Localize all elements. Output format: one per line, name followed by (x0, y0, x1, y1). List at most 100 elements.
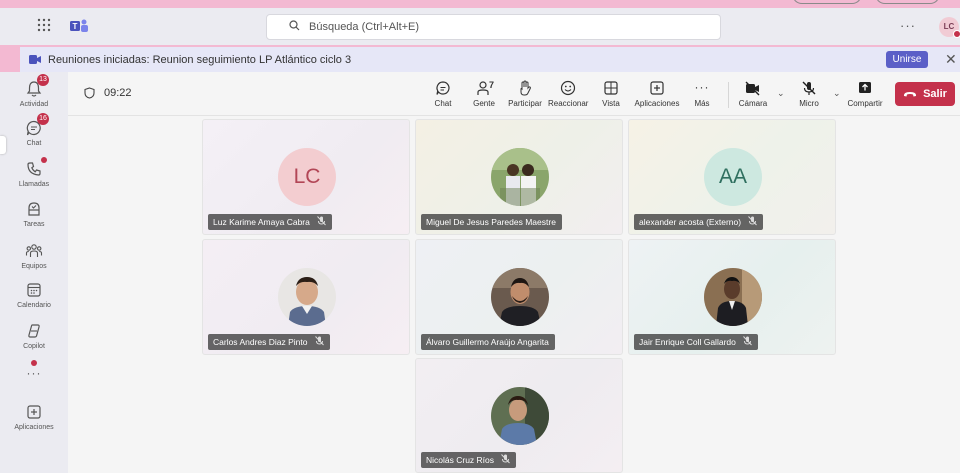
video-camera-icon (29, 55, 41, 64)
search-input[interactable]: Búsqueda (Ctrl+Alt+E) (266, 14, 721, 40)
participant-name-tag: alexander acosta (Externo) (634, 214, 764, 230)
banner-text: Reuniones iniciadas: Reunion seguimiento… (48, 53, 352, 66)
rail-item-label: Copilot (23, 343, 45, 350)
chat-badge: 16 (37, 113, 49, 125)
chevron-down-icon[interactable]: ⌄ (777, 88, 785, 99)
browser-tab-outline (792, 0, 862, 4)
mic-muted-icon (501, 454, 510, 466)
rail-item-copilot[interactable]: Copilot (0, 322, 68, 350)
mic-muted-icon (748, 216, 757, 228)
camera-off-icon (744, 80, 762, 96)
chat-icon (434, 80, 452, 96)
left-app-rail: 13 Actividad 16 Chat Llamadas Tareas Equ… (0, 72, 68, 473)
participant-tile[interactable]: Jair Enrique Coll Gallardo (628, 239, 836, 355)
hand-icon (516, 80, 534, 96)
participant-name-tag: Jair Enrique Coll Gallardo (634, 334, 758, 350)
rail-item-tasks[interactable]: Tareas (0, 200, 68, 228)
add-apps-icon (648, 80, 666, 96)
search-placeholder: Búsqueda (Ctrl+Alt+E) (309, 21, 420, 33)
app-top-bar: T Búsqueda (Ctrl+Alt+E) ··· LC (0, 8, 960, 45)
phone-icon (25, 157, 47, 178)
participant-photo (491, 268, 549, 326)
chat-button[interactable]: Chat (431, 80, 455, 108)
participant-photo (491, 148, 549, 206)
participant-name-tag: Nicolás Cruz Ríos (421, 452, 517, 468)
participant-tile[interactable]: Carlos Andres Diaz Pinto (202, 239, 410, 355)
share-button[interactable]: Compartir (846, 80, 884, 108)
more-options-icon[interactable]: ··· (900, 18, 916, 33)
rail-item-apps[interactable]: Aplicaciones (0, 403, 68, 431)
avatar (491, 148, 549, 206)
participant-photo (704, 268, 762, 326)
more-icon: ··· (694, 80, 710, 94)
hang-up-icon (904, 92, 917, 97)
divider (728, 82, 729, 108)
avatar (704, 268, 762, 326)
camera-button[interactable]: Cámara (738, 80, 768, 108)
rail-item-label: Llamadas (18, 181, 50, 188)
svg-text:T: T (73, 22, 78, 31)
rail-item-chat[interactable]: 16 Chat (0, 113, 68, 147)
meeting-timer: 09:22 (84, 87, 132, 99)
rail-item-label: Calendario (17, 302, 51, 309)
chat-icon: 16 (25, 113, 49, 137)
meeting-control-bar: 09:22 Chat 7 Gente Participar Reaccionar… (68, 72, 960, 116)
participant-photo (491, 387, 549, 445)
add-apps-icon (25, 403, 43, 421)
calendar-icon (25, 281, 43, 299)
rail-item-calls[interactable]: Llamadas (0, 157, 68, 188)
close-icon[interactable]: ✕ (945, 51, 957, 68)
raise-hand-button[interactable]: Participar (508, 80, 542, 108)
avatar: LC (278, 148, 336, 206)
chevron-down-icon[interactable]: ⌄ (833, 88, 841, 99)
rail-item-label: Chat (26, 140, 42, 147)
participant-tile[interactable]: Álvaro Guillermo Araújo Angarita (415, 239, 623, 355)
meeting-stage: 09:22 Chat 7 Gente Participar Reaccionar… (68, 72, 960, 473)
react-button[interactable]: Reaccionar (548, 80, 588, 108)
join-button[interactable]: Unirse (886, 51, 928, 68)
rail-item-teams[interactable]: Equipos (0, 242, 68, 270)
teams-icon (25, 242, 43, 260)
copilot-icon (25, 322, 43, 340)
smiley-icon (559, 80, 577, 96)
avatar (278, 268, 336, 326)
participant-tile[interactable]: LC Luz Karime Amaya Cabra (202, 119, 410, 235)
apps-button[interactable]: Aplicaciones (634, 80, 680, 108)
tasks-icon (25, 200, 43, 218)
participant-name-tag: Álvaro Guillermo Araújo Angarita (421, 334, 555, 350)
participant-tile[interactable]: Nicolás Cruz Ríos (415, 358, 623, 473)
rail-item-label: Equipos (21, 263, 47, 270)
rail-item-label: Actividad (19, 101, 49, 108)
mic-muted-icon (316, 216, 326, 228)
avatar: AA (704, 148, 762, 206)
more-icon: ··· (26, 366, 42, 380)
mic-off-icon (800, 80, 818, 96)
more-button[interactable]: ··· Más (692, 80, 712, 108)
avatar (491, 387, 549, 445)
mic-muted-icon (742, 336, 752, 348)
participant-name-tag: Carlos Andres Diaz Pinto (208, 334, 330, 350)
window-frame (0, 0, 960, 8)
rail-item-activity[interactable]: 13 Actividad (0, 74, 68, 108)
search-icon (289, 20, 300, 34)
app-launcher-icon[interactable] (36, 18, 52, 34)
avatar (491, 268, 549, 326)
mic-muted-icon (314, 336, 324, 348)
grid-view-icon (602, 80, 620, 96)
user-avatar[interactable]: LC (939, 17, 960, 38)
rail-item-calendar[interactable]: Calendario (0, 281, 68, 309)
browser-tab-outline (875, 0, 940, 4)
people-icon: 7 (475, 80, 494, 96)
view-button[interactable]: Vista (600, 80, 622, 108)
rail-more-apps[interactable]: ··· (0, 360, 68, 380)
activity-badge: 13 (37, 74, 49, 86)
shield-icon (84, 87, 95, 99)
participant-tile[interactable]: AA alexander acosta (Externo) (628, 119, 836, 235)
participant-tile[interactable]: Miguel De Jesus Paredes Maestre (415, 119, 623, 235)
participant-name-tag: Miguel De Jesus Paredes Maestre (421, 214, 562, 230)
leave-button[interactable]: Salir (895, 82, 955, 106)
mic-button[interactable]: Micro (796, 80, 822, 108)
teams-logo-icon: T (70, 18, 88, 34)
bell-icon: 13 (25, 74, 49, 98)
people-button[interactable]: 7 Gente (470, 80, 498, 108)
